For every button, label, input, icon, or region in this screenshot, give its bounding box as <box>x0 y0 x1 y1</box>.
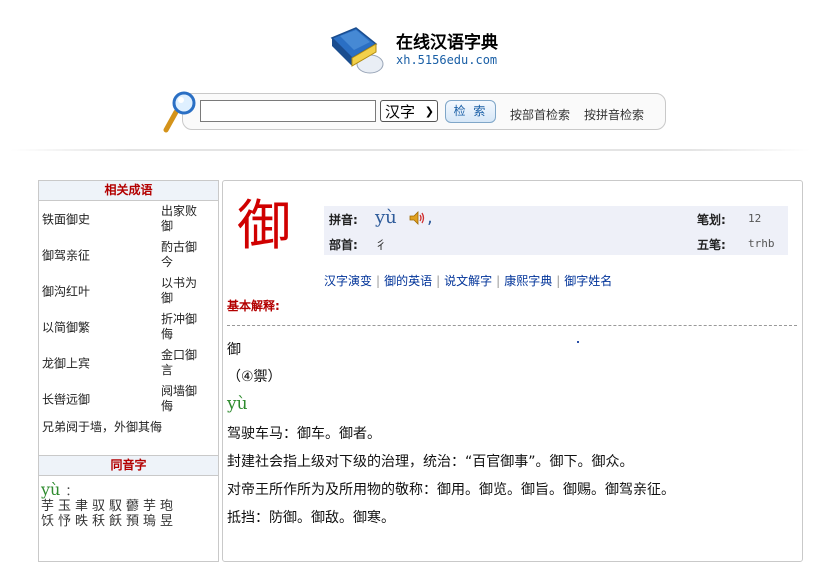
homophone-chars-line[interactable]: 芋玉聿驭馭䖇芋玸 <box>39 499 218 514</box>
homophone-pinyin: yù ： <box>39 476 218 499</box>
idiom-link[interactable]: 折冲御侮 <box>161 312 203 342</box>
idiom-row: 铁面御史 出家败御 <box>39 201 218 237</box>
magnifier-icon <box>163 91 196 133</box>
idiom-link[interactable]: 长辔远御 <box>42 391 90 408</box>
homophone-chars-line[interactable]: 饫忬昳秗飫預瑦昱 <box>39 514 218 529</box>
search-button[interactable]: 检 索 <box>445 100 496 123</box>
header: 在线汉语字典 xh.5156edu.com 汉字 ❯ 检 索 按部首检索 按拼音… <box>0 0 823 150</box>
search-type-value: 汉字 <box>385 102 416 121</box>
link-english[interactable]: 御的英语 <box>384 274 432 288</box>
definition-line: 抵挡：防御。御敌。御寒。 <box>227 510 395 526</box>
link-kangxi[interactable]: 康熙字典 <box>504 274 552 288</box>
idiom-link[interactable]: 御沟红叶 <box>42 283 90 300</box>
speaker-icon[interactable] <box>408 210 426 226</box>
definition-line: 对帝王所作所为及所用物的敬称：御用。御览。御旨。御赐。御驾亲征。 <box>227 482 675 498</box>
definition-line: 驾驶车马：御车。御者。 <box>227 426 381 442</box>
idiom-row: 御沟红叶 以书为御 <box>39 273 218 309</box>
idiom-link[interactable]: 阋墙御侮 <box>161 384 203 414</box>
idiom-link[interactable]: 酌古御今 <box>161 240 203 270</box>
link-character-evolution[interactable]: 汉字演变 <box>324 274 372 288</box>
idiom-link[interactable]: 以书为御 <box>161 276 203 306</box>
separator: | <box>436 274 441 288</box>
definition-line: 封建社会指上级对下级的治理，统治：“百官御事”。御下。御众。 <box>227 454 634 470</box>
idiom-row: 长辔远御 阋墙御侮 <box>39 381 218 417</box>
homophone-colon: ： <box>65 484 78 498</box>
info-row-radical: 部首: 彳 五笔: trhb <box>324 231 788 255</box>
idiom-row: 以简御繁 折冲御侮 <box>39 309 218 345</box>
homophones-header: 同音字 <box>39 456 218 476</box>
link-surname[interactable]: 御字姓名 <box>564 274 612 288</box>
wubi-label: 五笔: <box>697 238 726 252</box>
wubi-value: trhb <box>748 237 775 250</box>
idiom-row: 御驾亲征 酌古御今 <box>39 237 218 273</box>
def-character: 御 <box>227 342 241 358</box>
basic-explanation-label: 基本解释: <box>227 299 280 313</box>
link-shuowen[interactable]: 说文解字 <box>444 274 492 288</box>
search-type-select[interactable]: 汉字 ❯ <box>380 100 438 122</box>
sidebar: 相关成语 铁面御史 出家败御 御驾亲征 酌古御今 御沟红叶 以书为御 以简御繁 … <box>38 180 219 562</box>
info-row-pinyin: 拼音: yù , 笔划: 12 <box>324 206 788 231</box>
idiom-link[interactable]: 龙御上宾 <box>42 355 90 372</box>
stray-dot <box>577 341 579 343</box>
pinyin-label: 拼音: <box>329 213 358 227</box>
header-divider <box>10 149 810 151</box>
strokes-value: 12 <box>748 212 762 225</box>
idiom-link-text[interactable]: 兄弟阋于墙，外御其侮 <box>42 420 162 434</box>
idiom-link[interactable]: 铁面御史 <box>42 211 90 228</box>
homophone-pinyin-text: yù <box>41 480 61 499</box>
site-title: 在线汉语字典 <box>396 33 498 53</box>
pinyin-search-link[interactable]: 按拼音检索 <box>584 106 644 123</box>
site-url[interactable]: xh.5156edu.com <box>396 53 497 67</box>
main-panel: 御 拼音: yù , 笔划: 12 部首: 彳 五笔: trhb 汉字演变 | 御的… <box>222 180 803 562</box>
strokes-label: 笔划: <box>697 213 726 227</box>
chevron-down-icon: ❯ <box>424 104 434 118</box>
idiom-link[interactable]: 御驾亲征 <box>42 247 90 264</box>
def-variant: （④禦） <box>227 369 282 385</box>
idiom-link[interactable]: 出家败御 <box>161 204 203 234</box>
related-idioms-header: 相关成语 <box>39 181 218 201</box>
pinyin-value: yù <box>375 207 397 228</box>
radical-value: 彳 <box>375 238 388 252</box>
idiom-link[interactable]: 兄弟阋于墙，外御其侮 <box>39 417 218 456</box>
pinyin-comma: , <box>427 207 433 228</box>
idiom-link[interactable]: 金口御言 <box>161 348 203 378</box>
separator: | <box>556 274 561 288</box>
headword-character: 御 <box>237 194 291 257</box>
book-logo-icon <box>330 27 384 74</box>
separator: | <box>496 274 501 288</box>
radical-search-link[interactable]: 按部首检索 <box>510 106 570 123</box>
idiom-row: 龙御上宾 金口御言 <box>39 345 218 381</box>
dashed-divider <box>227 325 797 326</box>
search-input[interactable] <box>200 100 376 122</box>
idiom-link[interactable]: 以简御繁 <box>42 319 90 336</box>
radical-label: 部首: <box>329 238 358 252</box>
related-links: 汉字演变 | 御的英语 | 说文解字 | 康熙字典 | 御字姓名 <box>324 272 612 289</box>
separator: | <box>376 274 381 288</box>
def-pinyin: yù <box>227 394 248 414</box>
